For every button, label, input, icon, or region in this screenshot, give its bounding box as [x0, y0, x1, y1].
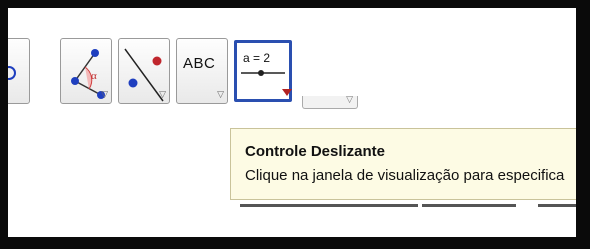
underline-segment — [240, 204, 418, 207]
dropdown-triangle-icon: ▽ — [159, 89, 166, 99]
partial-tool-button[interactable] — [8, 38, 30, 104]
underline-segment — [422, 204, 516, 207]
window-frame: α ▽ ▽ ABC ▽ a = 2 ▽ Controle Deslizante … — [0, 0, 590, 249]
slider-tool-button[interactable]: a = 2 — [234, 40, 292, 102]
text-icon: ABC — [183, 55, 216, 72]
dropdown-arrow-icon — [282, 89, 292, 96]
tooltip: Controle Deslizante Clique na janela de … — [230, 128, 576, 200]
dropdown-triangle-icon: ▽ — [346, 94, 353, 104]
alpha-glyph: α — [91, 70, 97, 82]
angle-tool-button[interactable]: α ▽ — [60, 38, 112, 104]
dropdown-triangle-icon: ▽ — [217, 89, 224, 99]
dropdown-triangle-icon: ▽ — [101, 89, 108, 99]
tooltip-description: Clique na janela de visualização para es… — [245, 167, 565, 184]
toolbar: α ▽ ▽ ABC ▽ a = 2 ▽ — [8, 32, 572, 116]
reflect-tool-button[interactable]: ▽ — [118, 38, 170, 104]
circle-tool-icon — [8, 66, 16, 80]
extra-tool-stub[interactable]: ▽ — [302, 94, 358, 109]
text-tool-button[interactable]: ABC ▽ — [176, 38, 228, 104]
underline-segment — [538, 204, 576, 207]
tooltip-title: Controle Deslizante — [245, 143, 386, 160]
